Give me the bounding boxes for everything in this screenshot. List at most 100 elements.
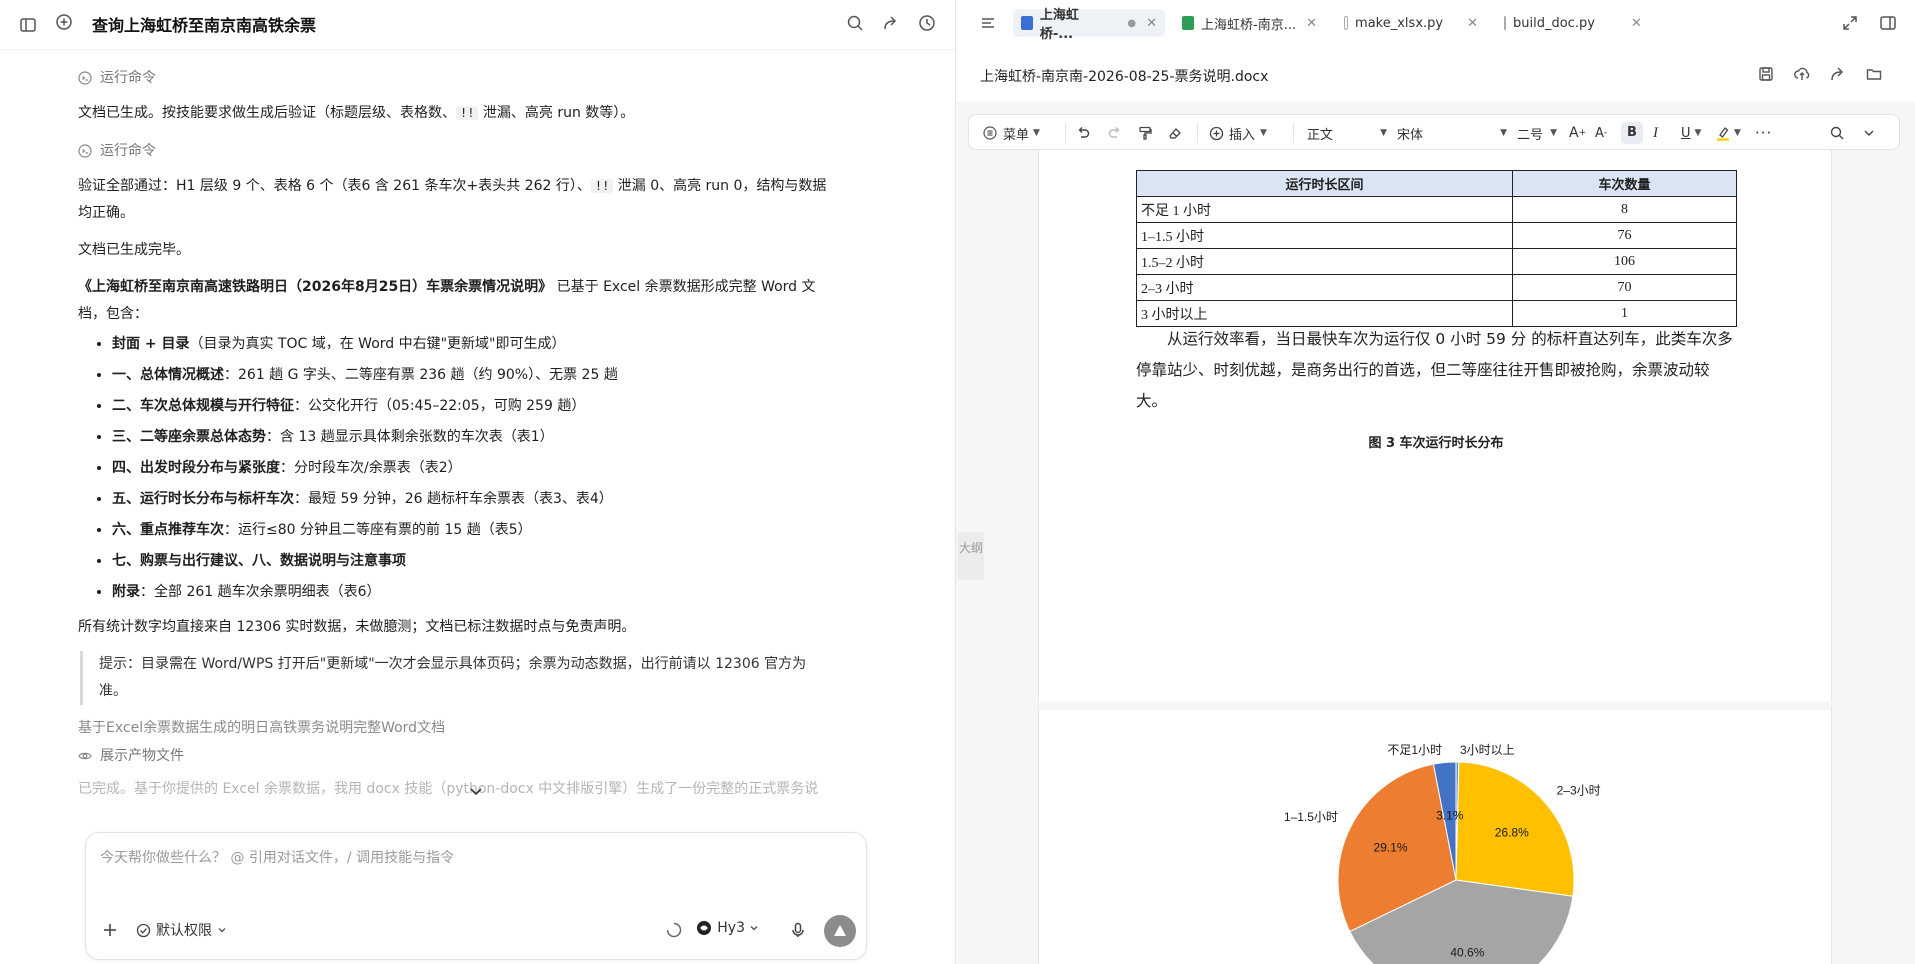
run-command-step[interactable]: 运行命令 — [78, 137, 858, 165]
permission-dropdown[interactable]: 默认权限 — [136, 920, 228, 940]
run-command-step[interactable]: 运行命令 — [78, 64, 858, 92]
format-painter-icon[interactable] — [1137, 115, 1153, 151]
table-cell: 1.5–2 小时 — [1136, 248, 1513, 275]
tip-blockquote: 提示：目录需在 Word/WPS 打开后"更新域"一次才会显示具体页码；余票为动… — [80, 651, 858, 705]
share-icon[interactable] — [877, 9, 905, 37]
expand-icon[interactable] — [1836, 9, 1864, 37]
font-family-select[interactable]: 宋体 ▼ — [1397, 115, 1507, 151]
composer-toolbar: 默认权限 Hy3 — [96, 913, 856, 947]
tab-make-xlsx[interactable]: make_xlsx.py ✕ — [1336, 9, 1486, 37]
message-composer[interactable]: 今天帮你做些什么？ @ 引用对话文件，/ 调用技能与指令 默认权限 Hy3 — [85, 832, 867, 960]
pie-category-label: 不足1小时 — [1387, 743, 1442, 757]
font-size-select[interactable]: 二号 ▼ — [1517, 115, 1557, 151]
pie-percent-label: 26.8% — [1495, 826, 1529, 840]
menu-circle-icon — [983, 126, 997, 140]
close-icon[interactable]: ✕ — [1146, 16, 1157, 31]
inline-code: !! — [590, 179, 614, 193]
text: 档，包含： — [78, 306, 148, 322]
close-icon[interactable]: ✕ — [1467, 16, 1478, 31]
send-button[interactable] — [824, 915, 856, 947]
panel-toggle-icon[interactable] — [1874, 9, 1902, 37]
microphone-icon[interactable] — [784, 916, 812, 944]
table-header-row: 运行时长区间 车次数量 — [1136, 170, 1737, 197]
list-item: 六、重点推荐车次：运行≤80 分钟且二等座有票的前 15 趟（表5） — [112, 516, 858, 544]
redo-icon[interactable] — [1107, 115, 1123, 151]
tab-label: build_doc.py — [1513, 15, 1595, 31]
text: 验证全部通过：H1 层级 9 个、表格 6 个（表6 含 261 条车次+表头共… — [78, 178, 591, 194]
undo-icon[interactable] — [1075, 115, 1091, 151]
text: 泄漏、高亮 run 数等）。 — [478, 105, 635, 121]
table-cell: 1–1.5 小时 — [1136, 222, 1513, 249]
pie-category-label: 2–3小时 — [1557, 784, 1601, 798]
tab-docx[interactable]: 上海虹桥-... ● ✕ — [1013, 8, 1165, 42]
table-row: 3 小时以上 1 — [1136, 300, 1737, 327]
duration-pie-chart: 0.4%3小时以上26.8%2–3小时40.6%29.1%1–1.5小时 3.1%… — [1284, 743, 1601, 964]
scroll-down-icon[interactable] — [466, 782, 486, 802]
summary-label: 基于Excel余票数据生成的明日高铁票务说明完整Word文档 — [78, 720, 446, 736]
history-icon[interactable] — [913, 9, 941, 37]
document-body-text[interactable]: 从运行效率看，当日最快车次为运行仅 0 小时 59 分 的标杆直达列车，此类车次… — [1136, 324, 1737, 417]
font-shrink-icon[interactable]: A- — [1595, 115, 1607, 151]
menu-list-icon[interactable] — [974, 9, 1002, 37]
paragraph-style-select[interactable]: 正文 ▼ — [1307, 115, 1387, 151]
tab-xlsx[interactable]: 上海虹桥-南京... ✕ — [1174, 9, 1326, 37]
eraser-icon[interactable] — [1167, 115, 1183, 151]
python-file-icon — [1344, 16, 1349, 30]
more-options-icon[interactable]: ··· — [1755, 115, 1772, 151]
doc-title-bold: 《上海虹桥至南京南高速铁路明日（2026年8月25日）车票余票情况说明》 — [78, 279, 553, 295]
insert-button[interactable]: 插入 ▼ — [1209, 115, 1267, 151]
figure-caption: 图 3 车次运行时长分布 — [1368, 436, 1504, 451]
permission-label: 默认权限 — [156, 923, 212, 939]
italic-icon[interactable]: I — [1653, 115, 1658, 151]
caret-down-icon: ▼ — [1380, 128, 1387, 138]
document-pane: 上海虹桥-... ● ✕ 上海虹桥-南京... ✕ make_xlsx.py ✕… — [956, 0, 1915, 964]
table-cell: 3 小时以上 — [1136, 300, 1513, 327]
chat-pane: 查询上海虹桥至南京南高铁余票 运行命令 文档已生成。按技能要求做生成后验证（标题… — [0, 0, 955, 964]
upload-cloud-icon[interactable] — [1788, 60, 1816, 88]
style-label: 正文 — [1307, 127, 1334, 143]
save-icon[interactable] — [1752, 60, 1780, 88]
composer-placeholder[interactable]: 今天帮你做些什么？ @ 引用对话文件，/ 调用技能与指令 — [100, 847, 454, 867]
list-item: 七、购票与出行建议、八、数据说明与注意事项 — [112, 547, 858, 575]
table-header-cell: 运行时长区间 — [1136, 170, 1513, 197]
check-circle-icon — [136, 923, 151, 937]
toolbar-menu-button[interactable]: 菜单 ▼ — [983, 115, 1040, 151]
menu-label: 菜单 — [1003, 127, 1030, 143]
bold-icon[interactable]: B — [1621, 115, 1643, 151]
table-header-cell: 车次数量 — [1512, 170, 1737, 197]
table-cell: 1 — [1512, 300, 1737, 327]
close-icon[interactable]: ✕ — [1631, 16, 1642, 31]
close-icon[interactable]: ✕ — [1306, 16, 1317, 31]
table-row: 2–3 小时 70 — [1136, 274, 1737, 301]
share-icon[interactable] — [1824, 60, 1852, 88]
table-cell: 70 — [1512, 274, 1737, 301]
add-attachment-icon[interactable] — [96, 916, 124, 944]
collapse-toolbar-icon[interactable] — [1861, 115, 1877, 151]
pie-category-label: 1–1.5小时 — [1284, 810, 1338, 824]
model-selector[interactable]: Hy3 — [696, 920, 760, 936]
text: 文档已生成。按技能要求做生成后验证（标题层级、表格数、 — [78, 105, 456, 121]
folder-icon[interactable] — [1860, 60, 1888, 88]
docx-file-icon — [1021, 16, 1033, 30]
highlight-icon[interactable]: ▼ — [1715, 115, 1741, 151]
terminal-icon — [78, 71, 92, 85]
search-icon[interactable] — [841, 9, 869, 37]
find-icon[interactable] — [1829, 115, 1845, 151]
new-chat-icon[interactable] — [50, 8, 78, 36]
text: 准。 — [99, 683, 127, 699]
toolbar-divider — [1197, 123, 1198, 143]
table-row: 1–1.5 小时 76 — [1136, 222, 1737, 249]
unsaved-dot-icon: ● — [1127, 17, 1137, 29]
text: 均正确。 — [78, 205, 134, 221]
show-artifacts-step[interactable]: 展示产物文件 — [78, 742, 858, 770]
outline-toggle[interactable]: 大纲 — [958, 532, 984, 580]
message-paragraph: 《上海虹桥至南京南高速铁路明日（2026年8月25日）车票余票情况说明》 已基于… — [78, 274, 858, 328]
chevron-down-icon — [750, 926, 758, 931]
tab-label: 上海虹桥-南京... — [1201, 17, 1297, 33]
font-grow-icon[interactable]: A + — [1569, 115, 1586, 151]
tab-build-doc[interactable]: build_doc.py ✕ — [1496, 9, 1646, 37]
sidebar-toggle-icon[interactable] — [14, 11, 42, 39]
eye-icon — [78, 752, 92, 760]
underline-icon[interactable]: U ▼ — [1681, 115, 1701, 151]
chat-header: 查询上海虹桥至南京南高铁余票 — [0, 0, 955, 50]
